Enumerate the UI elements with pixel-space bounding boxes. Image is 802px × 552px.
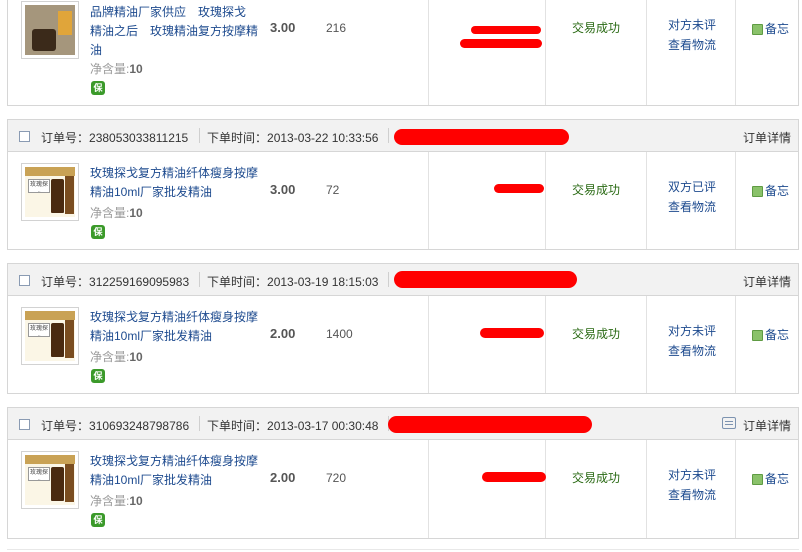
order-detail-link[interactable]: 订单详情 xyxy=(743,273,791,290)
quantity: 216 xyxy=(326,21,347,35)
order-number: 订单号：238053033811215 xyxy=(41,131,189,145)
evaluation-status[interactable]: 对方未评 查看物流 xyxy=(668,465,716,505)
guarantee-icon: 保 xyxy=(91,81,105,95)
evaluation-status[interactable]: 双方已评 查看物流 xyxy=(668,177,716,217)
product-thumbnail[interactable]: 玫瑰探戈 10ML xyxy=(21,163,79,221)
order-header: 订单号：310693248798786 下单时间：2013-03-17 00:3… xyxy=(7,407,799,440)
product-thumbnail[interactable] xyxy=(21,1,79,59)
guarantee-icon: 保 xyxy=(91,225,105,239)
note-icon xyxy=(752,186,763,197)
quantity: 720 xyxy=(326,471,347,485)
note-icon xyxy=(752,474,763,485)
order-time: 下单时间：2013-03-22 10:33:56 xyxy=(207,131,379,145)
order-time: 下单时间：2013-03-19 18:15:03 xyxy=(207,275,379,289)
product-thumbnail[interactable]: 玫瑰探戈 10ML xyxy=(21,307,79,365)
unit-price: 3.00 xyxy=(270,20,296,35)
quantity: 1400 xyxy=(326,327,353,341)
order-header: 订单号：312259169095983 下单时间：2013-03-19 18:1… xyxy=(7,263,799,296)
order-time: 下单时间：2013-03-17 00:30:48 xyxy=(207,419,379,433)
order-detail-link[interactable]: 订单详情 xyxy=(743,417,791,434)
message-icon[interactable] xyxy=(722,417,736,429)
trade-status: 交易成功 xyxy=(572,327,621,341)
unit-price: 3.00 xyxy=(270,182,296,197)
net-weight: 净含量:10 xyxy=(90,350,143,364)
order-checkbox[interactable] xyxy=(19,131,30,142)
order-number: 订单号：310693248798786 xyxy=(41,419,190,433)
unit-price: 2.00 xyxy=(270,326,296,341)
order-body: 品牌精油厂家供应 玫瑰探戈 精油之后 玫瑰精油复方按摩精油 净含量:10 保 3… xyxy=(7,0,799,106)
order-header: 订单号：238053033811215 下单时间：2013-03-22 10:3… xyxy=(7,119,799,152)
trade-status: 交易成功 xyxy=(572,183,621,197)
order-body: 玫瑰探戈 10ML 玫瑰探戈复方精油纤体瘦身按摩精油10ml厂家批发精油 净含量… xyxy=(7,151,799,250)
quantity: 72 xyxy=(326,183,340,197)
evaluation-status[interactable]: 对方未评 查看物流 xyxy=(668,15,716,55)
order-body: 玫瑰探戈 10ML 玫瑰探戈复方精油纤体瘦身按摩精油10ml厂家批发精油 净含量… xyxy=(7,295,799,394)
net-weight: 净含量:10 xyxy=(90,494,143,508)
note-icon xyxy=(752,24,763,35)
net-weight: 净含量:10 xyxy=(90,62,143,76)
redaction-mark xyxy=(471,26,541,34)
guarantee-icon: 保 xyxy=(91,369,105,383)
net-weight: 净含量:10 xyxy=(90,206,143,220)
product-title-link[interactable]: 玫瑰探戈复方精油纤体瘦身按摩精油10ml厂家批发精油 xyxy=(90,308,260,346)
product-title-link[interactable]: 玫瑰探戈复方精油纤体瘦身按摩精油10ml厂家批发精油 xyxy=(90,164,260,202)
note-icon xyxy=(752,330,763,341)
unit-price: 2.00 xyxy=(270,470,296,485)
redaction-mark xyxy=(460,39,542,48)
order-number: 订单号：312259169095983 xyxy=(41,275,190,289)
trade-status: 交易成功 xyxy=(572,471,621,485)
redaction-mark xyxy=(394,129,569,145)
order-checkbox[interactable] xyxy=(19,275,30,286)
order-body: 玫瑰探戈 10ML 玫瑰探戈复方精油纤体瘦身按摩精油10ml厂家批发精油 净含量… xyxy=(7,439,799,539)
guarantee-icon: 保 xyxy=(91,513,105,527)
redaction-mark xyxy=(394,271,577,288)
trade-status: 交易成功 xyxy=(572,21,621,35)
redaction-mark xyxy=(480,328,544,338)
order-detail-link[interactable]: 订单详情 xyxy=(743,129,791,146)
product-title-link[interactable]: 品牌精油厂家供应 玫瑰探戈 精油之后 玫瑰精油复方按摩精油 xyxy=(90,3,260,60)
remark-button[interactable]: 备忘 xyxy=(752,470,789,487)
evaluation-status[interactable]: 对方未评 查看物流 xyxy=(668,321,716,361)
redaction-mark xyxy=(494,184,544,193)
order-checkbox[interactable] xyxy=(19,419,30,430)
remark-button[interactable]: 备忘 xyxy=(752,20,789,37)
redaction-mark xyxy=(482,472,546,482)
product-title-link[interactable]: 玫瑰探戈复方精油纤体瘦身按摩精油10ml厂家批发精油 xyxy=(90,452,260,490)
product-thumbnail[interactable]: 玫瑰探戈 10ML xyxy=(21,451,79,509)
remark-button[interactable]: 备忘 xyxy=(752,326,789,343)
remark-button[interactable]: 备忘 xyxy=(752,182,789,199)
redaction-mark xyxy=(388,416,592,433)
